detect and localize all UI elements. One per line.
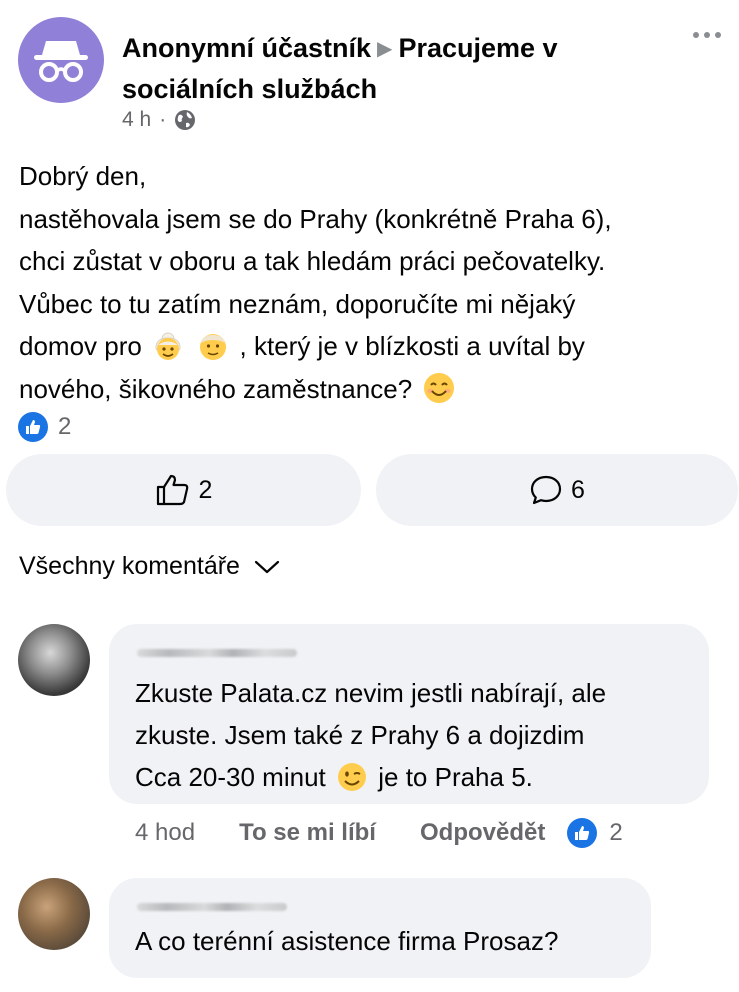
smiling-face-emoji-icon (424, 372, 455, 403)
older-man-emoji-icon (200, 334, 227, 360)
anonymous-avatar[interactable] (18, 17, 104, 103)
post-line: nastěhovala jsem se do Prahy (konkrétně … (19, 203, 612, 234)
post-line: nového, šikovného zaměstnance? (19, 368, 729, 411)
comments-filter-dropdown[interactable]: Všechny komentáře (19, 552, 280, 581)
comment-button[interactable]: 6 (376, 454, 738, 526)
commenter-avatar[interactable] (18, 878, 90, 950)
comment-line-text: Cca 20-30 minut (135, 762, 326, 792)
reaction-count: 2 (58, 413, 72, 440)
comment-line: A co terénní asistence firma Prosaz? (135, 926, 559, 956)
comment-text: Zkuste Palata.cz nevim jestli nabírají, … (135, 672, 695, 798)
post-line-text: nového, šikovného zaměstnance? (19, 373, 413, 404)
comment-reply-button[interactable]: Odpovědět (420, 819, 545, 847)
more-options-icon[interactable] (693, 32, 721, 38)
comment-bubble-icon (530, 475, 562, 505)
bottom-edge (0, 978, 739, 992)
comment-time[interactable]: 4 hod (135, 819, 195, 847)
arrow-right-icon: ▶ (377, 38, 393, 60)
winking-face-emoji-icon (338, 763, 366, 791)
comment-line: Zkuste Palata.cz nevim jestli nabírají, … (135, 678, 607, 708)
older-woman-emoji-icon (155, 332, 181, 360)
comment-actions: 4 hod To se mi líbí Odpovědět 2 (135, 818, 623, 848)
post-line-text: domov pro (19, 331, 142, 361)
post-line: Dobrý den, (19, 161, 147, 191)
post-line: Vůbec to tu zatím neznám, doporučíte mi … (19, 288, 576, 319)
globe-icon (175, 110, 196, 130)
commenter-name-redacted[interactable] (137, 649, 297, 657)
incognito-icon (34, 41, 88, 82)
chevron-down-icon (254, 560, 280, 573)
post-line-text: , který je v blízkosti a uvítal by (239, 331, 585, 361)
like-reaction-icon (567, 818, 598, 848)
commenter-avatar[interactable] (18, 624, 90, 696)
comment-reaction-count: 2 (609, 819, 623, 846)
comment-count: 6 (571, 475, 585, 504)
comments-filter-label: Všechny komentáře (19, 552, 240, 580)
commenter-name-redacted[interactable] (137, 903, 287, 911)
comment-line: zkuste. Jsem také z Prahy 6 a dojizdim (135, 720, 585, 750)
thumbs-up-icon (156, 474, 188, 506)
facebook-post-screen: Anonymní účastník ▶ Pracujeme v sociálních… (0, 0, 739, 992)
comment-line-text: je to Praha 5. (378, 762, 533, 792)
like-count: 2 (198, 475, 213, 504)
post-line: domov pro , který je v blízkosti a uvíta… (19, 325, 729, 368)
comment-line: Cca 20-30 minut je to Praha 5. (135, 756, 695, 798)
post-body: Dobrý den, nastěhovala jsem se do Prahy … (19, 155, 729, 410)
post-header-title: Anonymní účastník ▶ Pracujeme v sociálních… (122, 28, 642, 109)
reaction-summary[interactable]: 2 (18, 412, 71, 442)
meta-separator: · (159, 108, 167, 131)
like-button[interactable]: 2 (6, 454, 361, 526)
author-name[interactable]: Anonymní účastník (122, 33, 371, 63)
post-time[interactable]: 4 h (122, 108, 151, 132)
post-meta: 4 h · (122, 108, 196, 132)
comment-text: A co terénní asistence firma Prosaz? (135, 920, 645, 962)
post-line: chci zůstat v oboru a tak hledám práci p… (19, 246, 606, 276)
comment-like-button[interactable]: To se mi líbí (239, 819, 376, 847)
like-reaction-icon (18, 412, 48, 442)
